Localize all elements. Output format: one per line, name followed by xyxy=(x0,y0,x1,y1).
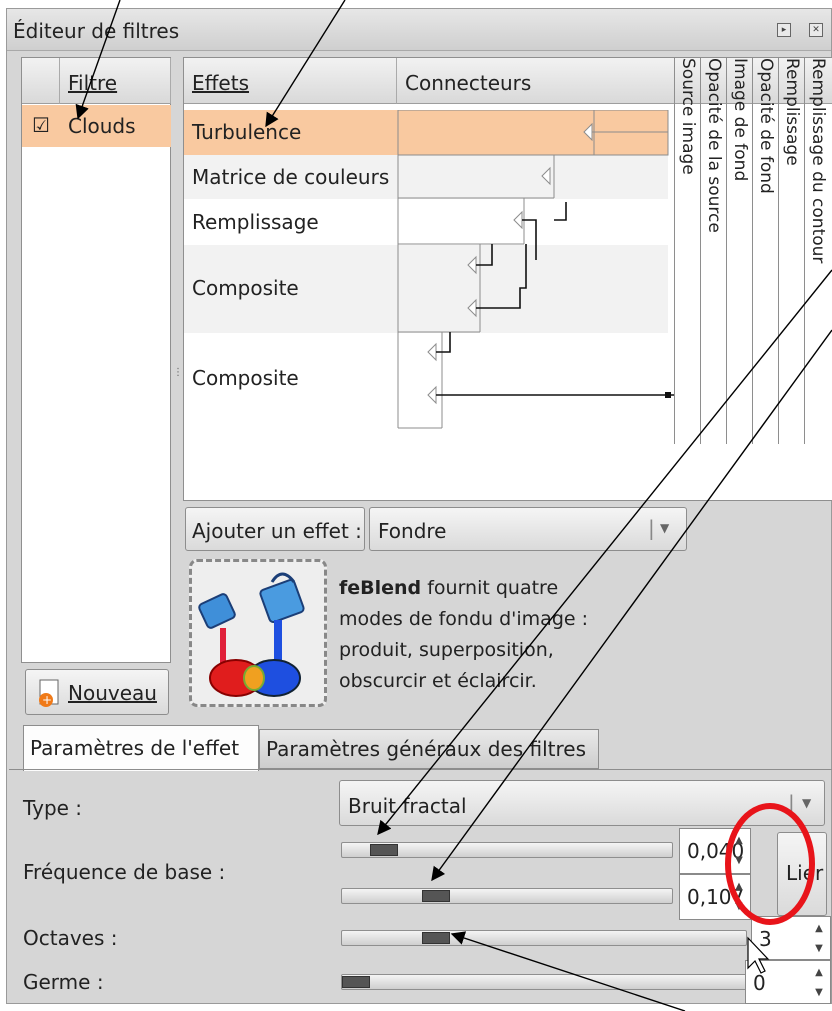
highlight-circle xyxy=(725,803,815,925)
mouse-cursor-icon xyxy=(747,936,770,974)
annotation-overlay xyxy=(75,0,832,1011)
